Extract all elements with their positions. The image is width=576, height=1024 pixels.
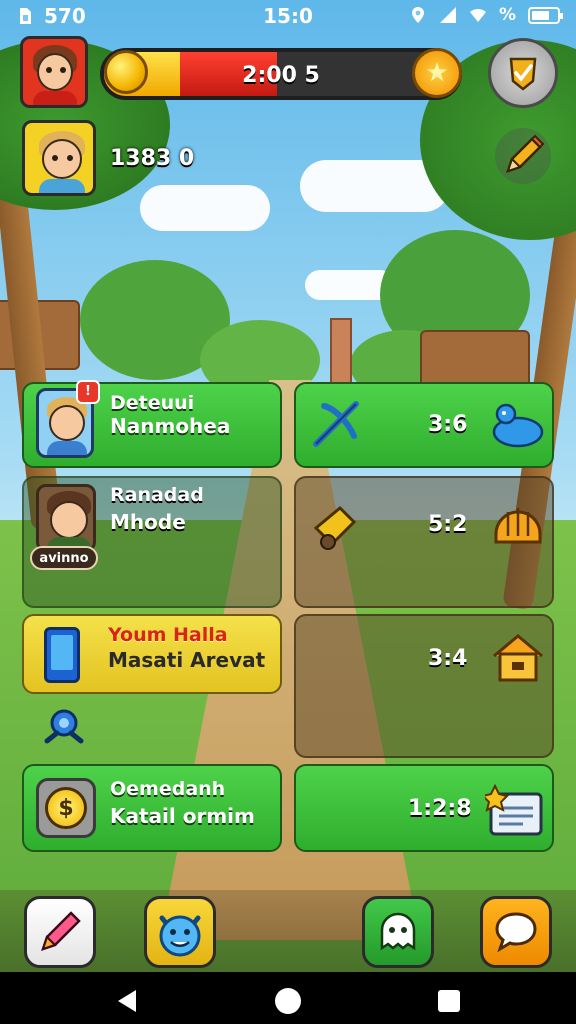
status-right: % [409,5,563,25]
resource-card-3[interactable]: 3:4 [294,614,554,758]
gear-icon[interactable] [38,700,90,752]
star-badge-icon[interactable]: ★ [412,48,462,98]
card-title: Ranadad [110,484,204,506]
friend-avatar[interactable] [22,120,96,196]
avatar-eye [67,155,73,161]
avatar-shirt [39,179,85,193]
player-card-1[interactable]: ! Deteuui Nanmohea [22,380,282,468]
card-title: Deteuui [110,392,195,414]
chat-bubble-icon [495,912,537,953]
avatar-face [42,139,82,179]
coin-icon: $ [36,778,96,838]
gold-coin-icon [104,50,148,94]
status-bar: 570 15:0 % [0,0,576,32]
battery-icon [528,6,563,24]
avatar-eye [52,155,58,161]
avatar-eye [46,67,52,73]
document-icon [484,780,546,840]
pet-button[interactable] [144,896,216,968]
ghost-button[interactable] [362,896,434,968]
resource-card-1[interactable]: 3:6 [294,382,554,468]
card-subtitle: Katail ormim [110,804,255,828]
resource-value: 3:4 [428,646,468,671]
pencil-icon [506,134,545,173]
quest-subtitle: Masati Arevat [108,648,266,672]
resource-card-2[interactable]: 5:2 [294,476,554,608]
location-icon [411,7,424,23]
card-subtitle: Mhode [110,510,186,534]
avatar-face [50,501,88,539]
house-icon [490,628,546,688]
avatar-shirt [47,441,87,455]
status-right-text: % [498,5,516,25]
check-shield-icon [509,57,537,91]
quest-title: Youm Halla [108,624,228,646]
tablet-icon [40,624,84,686]
pencil-icon [41,911,81,951]
chat-button[interactable] [480,896,552,968]
quest-card[interactable]: Youm Halla Masati Arevat [22,614,282,694]
friend-avatar-icon [36,484,96,552]
cloud [140,185,270,231]
ghost-icon [380,912,416,951]
distant-tower [330,318,352,388]
avatar-face [37,53,73,91]
resource-value: 3:6 [428,412,468,437]
signal-icon [439,7,456,23]
recents-icon[interactable] [438,990,460,1012]
player-name-tag: avinno [30,546,98,570]
progress-value: 2:00 5 [242,63,320,88]
cat-face-icon [159,915,201,957]
player-card-2[interactable]: Ranadad Mhode [22,476,282,608]
resource-value: 5:2 [428,512,468,537]
avatar-face [49,405,85,441]
helmet-icon [488,494,548,554]
draw-button[interactable] [24,896,96,968]
edit-button[interactable] [495,128,551,184]
cannon-icon [306,494,366,554]
score-text: 1383 0 [110,146,195,171]
avatar-shirt [33,91,77,105]
crossbow-icon [306,394,366,454]
home-icon[interactable] [275,988,301,1014]
resource-value: 1:2:8 [408,796,472,821]
wifi-icon [469,8,486,22]
reward-card-2[interactable]: 1:2:8 [294,764,554,852]
avatar-eye [60,67,66,73]
check-shield-button[interactable] [488,38,558,108]
reward-card-1[interactable]: $ Oemedanh Katail ormim [22,764,282,852]
notification-badge: ! [76,380,100,404]
card-title: Oemedanh [110,778,226,800]
bird-icon [488,398,548,454]
health-progress-bar: 2:00 5 [100,48,462,100]
hut-right [420,330,530,390]
card-subtitle: Nanmohea [110,414,231,438]
player-avatar[interactable] [20,36,88,108]
back-icon[interactable] [118,990,136,1012]
